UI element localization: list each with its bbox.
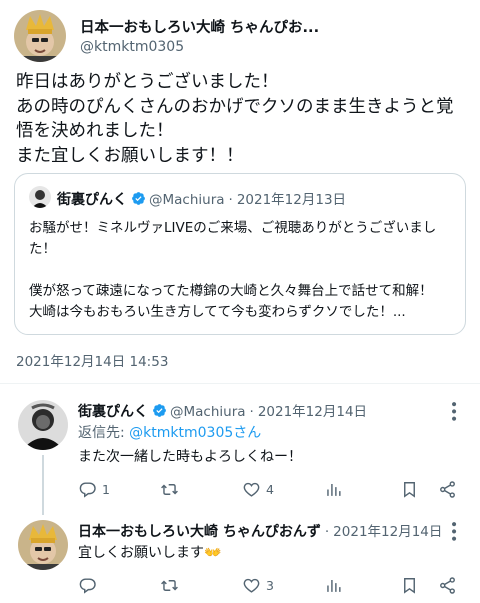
- reply-author-avatar[interactable]: [18, 520, 68, 570]
- quote-text-line: [29, 260, 453, 281]
- quote-date: 2021年12月13日: [236, 192, 347, 208]
- reply-count: 1: [102, 482, 110, 497]
- reply-to-handle-link[interactable]: @ktmktm0305さん: [129, 425, 261, 441]
- quote-header: 街裏ぴんく @Machiura · 2021年12月13日: [57, 188, 346, 209]
- heart-icon: [243, 578, 260, 593]
- reply-author-avatar[interactable]: [18, 400, 68, 450]
- bookmark-button[interactable]: [400, 576, 419, 595]
- reply-author-handle[interactable]: @Machiura: [170, 404, 246, 420]
- comment-icon: [79, 578, 96, 594]
- author-avatar[interactable]: [14, 10, 66, 62]
- action-bar: 3: [78, 576, 466, 596]
- views-button[interactable]: [324, 576, 343, 595]
- retweet-button[interactable]: [160, 576, 184, 595]
- tweet-timestamp[interactable]: 2021年12月14日 14:53: [16, 350, 168, 370]
- retweet-icon: [161, 580, 178, 591]
- quote-text-line: 大崎は今もおもろい生き方してて今も変わらずクソでした！...: [29, 304, 406, 320]
- share-button[interactable]: [438, 480, 457, 499]
- more-options-icon[interactable]: •••: [445, 400, 461, 422]
- share-button[interactable]: [438, 576, 457, 595]
- action-bar: 1 4: [78, 480, 466, 500]
- reply-author-name[interactable]: 街裏ぴんく: [78, 404, 148, 420]
- views-button[interactable]: [324, 480, 343, 499]
- bookmark-icon: [404, 578, 415, 594]
- reply-author-name[interactable]: 日本一おもしろい大崎 ちゃんぴおんず: [78, 524, 321, 540]
- share-icon: [440, 481, 455, 498]
- verified-badge-icon: [153, 404, 166, 417]
- more-options-icon[interactable]: •••: [445, 520, 461, 542]
- separator-dot: ·: [324, 524, 330, 540]
- heart-icon: [243, 482, 260, 497]
- quote-text-line: お騒がせ！ミネルヴァLIVEのご来場、ご視聴ありがとうございまし: [29, 220, 437, 236]
- reply-header: 街裏ぴんく @Machiura · 2021年12月14日: [78, 400, 367, 421]
- main-tweet-header: 日本一おもしろい大崎 ちゃんぴお... @ktmktm0305: [14, 10, 466, 64]
- like-button[interactable]: 4: [242, 480, 274, 499]
- bar-chart-icon: [327, 579, 341, 592]
- reply-to-label: 返信先:: [78, 425, 130, 441]
- reply-button[interactable]: 1: [78, 480, 110, 499]
- bar-chart-icon: [327, 483, 341, 496]
- tweet-text-line: 昨日はありがとうございました！: [16, 72, 279, 92]
- open-hands-emoji: 👐: [204, 545, 222, 561]
- bookmark-icon: [404, 482, 415, 498]
- like-button[interactable]: 3: [242, 576, 274, 595]
- like-count: 4: [266, 482, 274, 497]
- tweet-text-line: また宜しくお願いします！！: [16, 145, 244, 166]
- comment-icon: [79, 482, 96, 498]
- reply-date[interactable]: 2021年12月14日: [258, 404, 367, 420]
- quote-text-line: 僕が怒って疎遠になってた樽錦の大崎と久々舞台上で話せて和解！: [29, 283, 433, 299]
- reply-header: 日本一おもしろい大崎 ちゃんぴおんず · 2021年12月14日: [78, 520, 442, 541]
- share-icon: [440, 577, 455, 594]
- like-count: 3: [266, 578, 274, 593]
- reply-button[interactable]: [78, 576, 102, 595]
- reply-tweet[interactable]: 街裏ぴんく @Machiura · 2021年12月14日 ••• 返信先: @ktm…: [14, 400, 466, 505]
- quote-text: お騒がせ！ミネルヴァLIVEのご来場、ご視聴ありがとうございまし た！ 僕が怒っ…: [29, 218, 453, 323]
- divider: [0, 383, 480, 384]
- separator-dot: ·: [249, 404, 254, 420]
- reply-text: また次一緒した時もよろしくねー！: [78, 449, 302, 465]
- tweet-text: 昨日はありがとうございました！ あの時のぴんくさんのおかげでクソのまま生きようと…: [16, 70, 466, 168]
- tweet-text-line: あの時のぴんくさんのおかげでクソのまま生きようと覚: [16, 96, 454, 117]
- author-handle[interactable]: @ktmktm0305: [80, 39, 184, 55]
- quote-tweet-card[interactable]: 街裏ぴんく @Machiura · 2021年12月13日 お騒がせ！ミネルヴァLIV…: [14, 173, 466, 335]
- retweet-button[interactable]: [160, 480, 184, 499]
- tweet-text-line: 悟を決めれました！: [16, 121, 174, 141]
- reply-text: 宜しくお願いします👐: [78, 543, 221, 563]
- reply-date[interactable]: 2021年12月14日: [333, 524, 442, 540]
- verified-badge-icon: [132, 192, 145, 205]
- quote-author-name: 街裏ぴんく: [57, 192, 127, 208]
- separator-dot: ·: [228, 192, 233, 208]
- bookmark-button[interactable]: [400, 480, 419, 499]
- quote-author-avatar: [29, 186, 51, 208]
- quote-author-handle: @Machiura: [149, 192, 225, 208]
- quote-text-line: た！: [29, 241, 56, 257]
- author-name[interactable]: 日本一おもしろい大崎 ちゃんぴお...: [80, 16, 319, 37]
- reply-tweet[interactable]: 日本一おもしろい大崎 ちゃんぴおんず · 2021年12月14日 ••• 宜しくお願…: [14, 520, 466, 600]
- reply-text-content: 宜しくお願いします: [78, 545, 204, 561]
- reply-to-line: 返信先: @ktmktm0305さん: [78, 423, 261, 443]
- retweet-icon: [161, 484, 178, 495]
